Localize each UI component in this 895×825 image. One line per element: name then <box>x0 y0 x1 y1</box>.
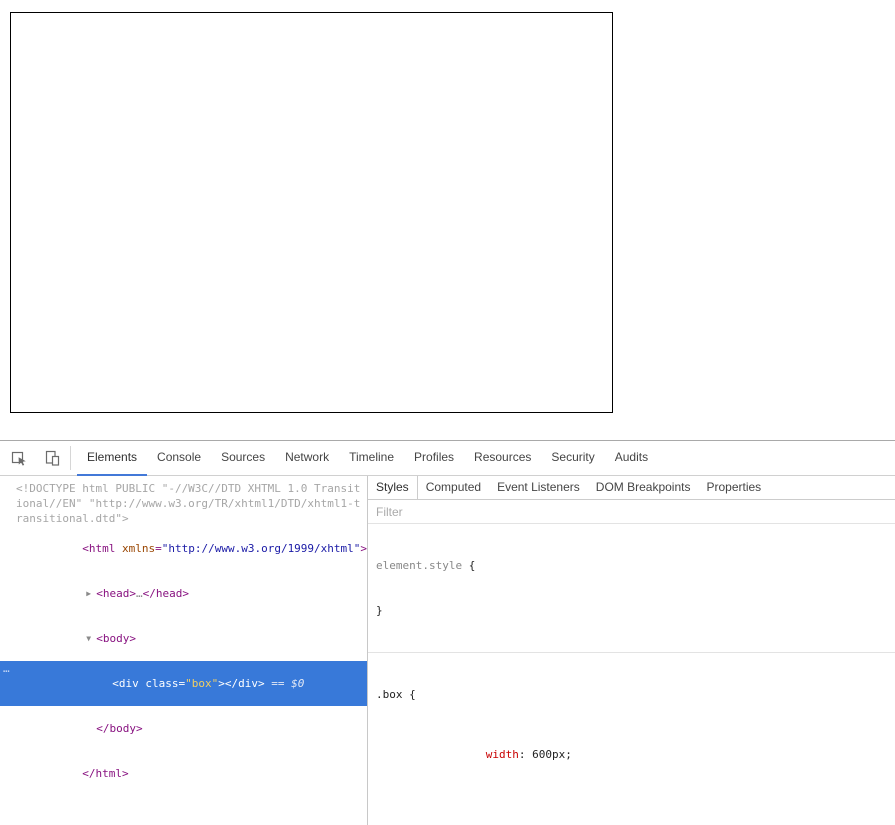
tab-console[interactable]: Console <box>147 441 211 476</box>
css-property-height[interactable]: height: 400px; <box>376 807 887 825</box>
styles-filter-input[interactable] <box>368 500 895 523</box>
devtools-panel: Elements Console Sources Network Timelin… <box>0 440 895 825</box>
chevron-right-icon[interactable]: ▶ <box>86 586 96 601</box>
tab-event-listeners[interactable]: Event Listeners <box>489 476 588 499</box>
body-open-node[interactable]: ▼<body> <box>0 616 367 661</box>
devtools-toolbar: Elements Console Sources Network Timelin… <box>0 441 895 476</box>
tab-elements[interactable]: Elements <box>77 441 147 476</box>
tab-audits[interactable]: Audits <box>605 441 658 476</box>
body-close-node[interactable]: </body> <box>0 706 367 751</box>
rule-element-style: element.style { } <box>368 524 895 653</box>
styles-subtabs: Styles Computed Event Listeners DOM Brea… <box>368 476 895 500</box>
tab-properties[interactable]: Properties <box>698 476 769 499</box>
css-rules: element.style { } .box { width: 600px; h… <box>368 524 895 825</box>
tab-dom-breakpoints[interactable]: DOM Breakpoints <box>588 476 699 499</box>
html-close-node[interactable]: </html> <box>0 751 367 796</box>
rendered-page <box>0 0 895 440</box>
head-node[interactable]: ▶<head>…</head> <box>0 571 367 616</box>
styles-filter-row <box>368 500 895 524</box>
tab-resources[interactable]: Resources <box>464 441 541 476</box>
selected-div-node[interactable]: …<div class="box"></div> == $0 <box>0 661 367 706</box>
rendered-box-element <box>10 12 613 413</box>
more-actions-icon[interactable]: … <box>3 661 9 676</box>
rule-box: .box { width: 600px; height: 400px; bord… <box>368 653 895 825</box>
tab-styles[interactable]: Styles <box>368 476 418 499</box>
closing-brace: } <box>376 603 887 618</box>
tab-timeline[interactable]: Timeline <box>339 441 404 476</box>
styles-sidebar: Styles Computed Event Listeners DOM Brea… <box>368 476 895 825</box>
css-property-width[interactable]: width: 600px; <box>376 732 887 777</box>
dom-tree-panel: <!DOCTYPE html PUBLIC "-//W3C//DTD XHTML… <box>0 476 368 825</box>
element-style-selector[interactable]: element.style { <box>376 558 887 573</box>
html-open-node[interactable]: <html xmlns="http://www.w3.org/1999/xhtm… <box>0 526 367 571</box>
inspect-element-icon[interactable] <box>5 441 33 475</box>
tab-computed[interactable]: Computed <box>418 476 489 499</box>
chevron-down-icon[interactable]: ▼ <box>86 631 96 646</box>
browser-window: Elements Console Sources Network Timelin… <box>0 0 895 825</box>
tab-profiles[interactable]: Profiles <box>404 441 464 476</box>
tab-network[interactable]: Network <box>275 441 339 476</box>
tab-sources[interactable]: Sources <box>211 441 275 476</box>
tab-security[interactable]: Security <box>541 441 604 476</box>
toggle-device-mode-icon[interactable] <box>38 441 66 475</box>
toolbar-separator <box>70 446 71 470</box>
doctype-node[interactable]: <!DOCTYPE html PUBLIC "-//W3C//DTD XHTML… <box>0 481 367 526</box>
box-rule-selector[interactable]: .box { <box>376 687 887 702</box>
